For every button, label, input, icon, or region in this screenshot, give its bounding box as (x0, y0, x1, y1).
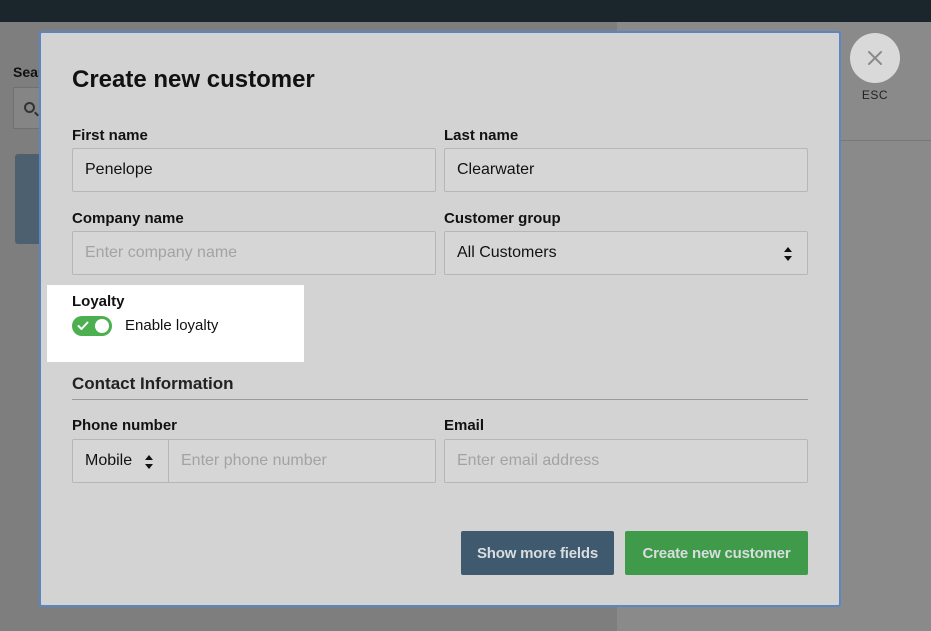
modal-title: Create new customer (72, 66, 315, 93)
first-name-label: First name (72, 127, 148, 144)
email-field[interactable]: Enter email address (444, 439, 808, 483)
esc-label: ESC (861, 88, 889, 102)
show-more-fields-button[interactable]: Show more fields (461, 531, 614, 575)
phone-label: Phone number (72, 417, 178, 434)
last-name-field[interactable]: Clearwater (444, 148, 808, 192)
select-arrows-icon (784, 247, 792, 261)
contact-section-title: Contact Information (72, 374, 234, 393)
customer-group-value: All Customers (457, 244, 557, 261)
first-name-field[interactable]: Penelope (72, 148, 436, 192)
company-name-field[interactable]: Enter company name (72, 231, 436, 275)
phone-type-value: Mobile (85, 452, 133, 469)
section-divider (72, 399, 808, 400)
email-label: Email (444, 417, 485, 434)
last-name-label: Last name (444, 127, 519, 144)
app-top-bar (0, 0, 931, 22)
loyalty-toggle[interactable] (72, 316, 112, 336)
phone-type-select[interactable]: Mobile (73, 440, 169, 482)
phone-number-field[interactable]: Enter phone number (169, 440, 435, 482)
close-icon (868, 51, 882, 65)
toggle-knob (95, 319, 109, 333)
customer-group-label: Customer group (444, 210, 561, 227)
close-button[interactable] (850, 33, 900, 83)
select-arrows-icon (145, 455, 153, 469)
phone-input-group: Mobile Enter phone number (72, 439, 436, 483)
customer-group-select[interactable]: All Customers (444, 231, 808, 275)
create-customer-button[interactable]: Create new customer (625, 531, 808, 575)
search-icon (24, 102, 35, 113)
loyalty-label: Loyalty (72, 293, 125, 310)
company-name-label: Company name (72, 210, 184, 227)
create-customer-modal: Create new customer First name Penelope … (39, 31, 841, 607)
check-icon (77, 321, 89, 330)
loyalty-toggle-label: Enable loyalty (125, 317, 219, 334)
